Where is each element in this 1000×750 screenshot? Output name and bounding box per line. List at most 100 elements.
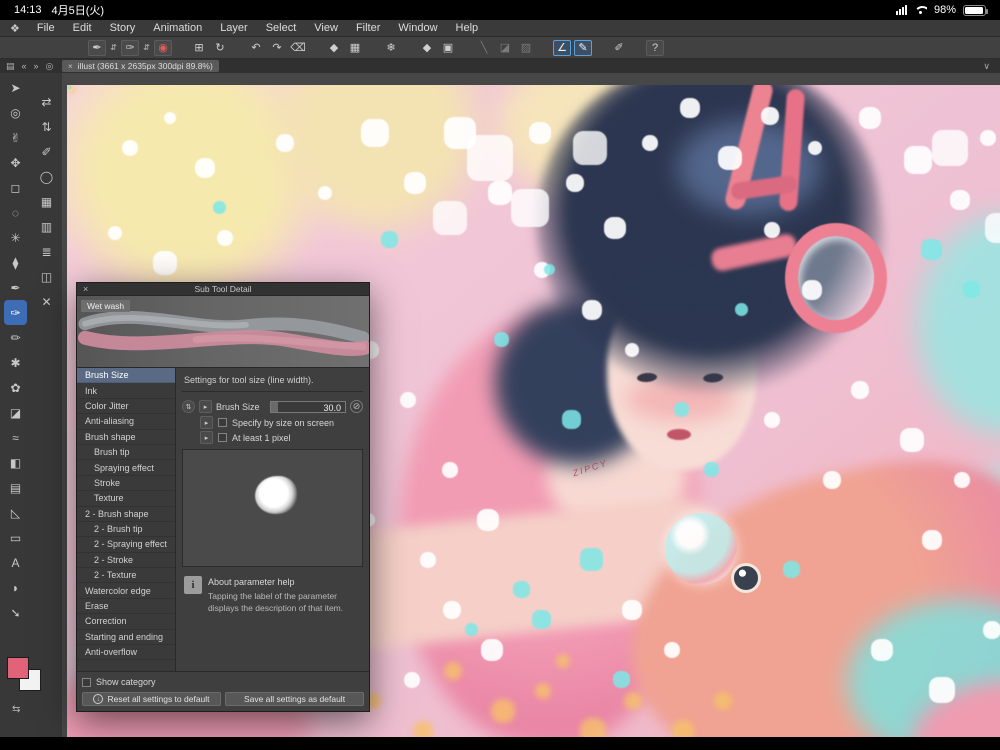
expand-arrow-icon[interactable]: ▸ (199, 400, 212, 413)
fill-icon[interactable]: ◆ (325, 40, 343, 56)
expand-arrow-icon[interactable]: ▸ (200, 431, 213, 444)
document-tab[interactable]: × illust (3661 x 2635px 300dpi 89.8%) (62, 60, 219, 72)
eyedropper-tool[interactable]: ⧫ (4, 250, 27, 275)
gradient-tool[interactable]: ▤ (4, 475, 27, 500)
airbrush-tool[interactable]: ✱ (4, 350, 27, 375)
gradient-icon[interactable]: ▨ (517, 40, 535, 56)
spacer[interactable] (367, 40, 379, 56)
reset-settings-button[interactable]: ↓ Reset all settings to default (82, 692, 221, 706)
category-item[interactable]: Brush Size (77, 368, 175, 383)
current-tool-icon[interactable]: ✒ (88, 40, 106, 56)
menu-item[interactable]: File (28, 22, 64, 34)
rotate-view-icon[interactable]: ↻ (211, 40, 229, 56)
sub-view-icon[interactable]: ◯ (35, 164, 58, 189)
eraser-tool[interactable]: ◪ (4, 400, 27, 425)
spacer[interactable] (460, 40, 472, 56)
category-item[interactable]: Brush shape (77, 430, 175, 445)
subtool-stepper-icon[interactable]: ⇵ (142, 40, 151, 56)
clear-icon[interactable]: ⌫ (289, 40, 307, 56)
flow-line-tool[interactable]: ➘ (4, 600, 27, 625)
pencil-tool[interactable]: ✏ (4, 325, 27, 350)
timelapse-record-icon[interactable]: ◉ (154, 40, 172, 56)
min-pixel-checkbox[interactable] (218, 433, 227, 442)
current-subtool-icon[interactable]: ✑ (121, 40, 139, 56)
show-category-checkbox[interactable] (82, 678, 91, 687)
menu-item[interactable]: View (305, 22, 347, 34)
balloon-tool[interactable]: ◗ (4, 575, 27, 600)
ruler-snap-icon[interactable]: ∠ (553, 40, 571, 56)
decoration-tool[interactable]: ✿ (4, 375, 27, 400)
operation-tool[interactable]: ➤ (4, 75, 27, 100)
foreground-color-swatch[interactable] (7, 657, 29, 679)
category-item[interactable]: 2 - Brush tip (77, 522, 175, 537)
collapse-right-icon[interactable]: » (34, 61, 39, 72)
select-pen-icon[interactable]: ✐ (35, 139, 58, 164)
line-tool-icon[interactable]: ╲ (475, 40, 493, 56)
tone-icon[interactable]: ◪ (496, 40, 514, 56)
spacer[interactable] (631, 40, 643, 56)
dynamics-toggle-icon[interactable]: ⊘ (350, 400, 363, 413)
category-item[interactable]: Texture (77, 491, 175, 506)
dialog-close-icon[interactable]: × (83, 284, 88, 294)
spacer[interactable] (538, 40, 550, 56)
grid-icon[interactable]: ▦ (346, 40, 364, 56)
category-item[interactable]: 2 - Brush shape (77, 507, 175, 522)
menu-item[interactable]: Select (257, 22, 306, 34)
spacer[interactable] (310, 40, 322, 56)
collapse-left-icon[interactable]: « (22, 61, 27, 72)
panel-toggle-icon[interactable]: ▤ (6, 61, 15, 72)
clip-studio-logo-icon[interactable]: ❖ (10, 22, 20, 35)
stepper-toggle-icon[interactable]: ⇅ (182, 400, 195, 413)
menu-item[interactable]: Animation (144, 22, 211, 34)
flip-view-icon[interactable]: ⇄ (35, 89, 58, 114)
category-item[interactable]: Stroke (77, 476, 175, 491)
pen-pressure-icon[interactable]: ✐ (610, 40, 628, 56)
category-item[interactable]: 2 - Stroke (77, 553, 175, 568)
category-item[interactable]: Correction (77, 614, 175, 629)
category-item[interactable]: Ink (77, 383, 175, 398)
spacer[interactable] (232, 40, 244, 56)
move-tool[interactable]: ✥ (4, 150, 27, 175)
material-panel-icon[interactable]: ▥ (35, 214, 58, 239)
specify-size-checkbox[interactable] (218, 418, 227, 427)
category-item[interactable]: Brush tip (77, 445, 175, 460)
close-panel-icon[interactable]: ✕ (35, 289, 58, 314)
brush-tool[interactable]: ✑ (4, 300, 27, 325)
spacer[interactable] (403, 40, 415, 56)
tab-close-icon[interactable]: × (68, 62, 73, 71)
category-item[interactable]: Anti-aliasing (77, 414, 175, 429)
pen-tool[interactable]: ✒ (4, 275, 27, 300)
category-item[interactable]: Anti-overflow (77, 645, 175, 660)
dialog-title-bar[interactable]: × Sub Tool Detail (77, 283, 369, 296)
redo-icon[interactable]: ↷ (268, 40, 286, 56)
figure-tool[interactable]: ◺ (4, 500, 27, 525)
category-item[interactable]: Watercolor edge (77, 583, 175, 598)
subtool-detail-icon[interactable]: ◎ (46, 61, 54, 72)
category-item[interactable]: Spraying effect (77, 460, 175, 475)
tab-list-chevron-icon[interactable]: ∨ (983, 61, 994, 72)
swap-colors-icon[interactable]: ⇆ (12, 704, 20, 715)
spacer[interactable] (175, 40, 187, 56)
auto-select-tool[interactable]: ✳ (4, 225, 27, 250)
layer-stack-icon[interactable]: ≣ (35, 239, 58, 264)
expand-arrow-icon[interactable]: ▸ (200, 416, 213, 429)
frame-border-tool[interactable]: ▭ (4, 525, 27, 550)
layer-move-icon[interactable]: ⇅ (35, 114, 58, 139)
grid-panel-icon[interactable]: ▦ (35, 189, 58, 214)
menu-item[interactable]: Edit (64, 22, 101, 34)
menu-item[interactable]: Layer (211, 22, 257, 34)
category-item[interactable]: Starting and ending (77, 630, 175, 645)
category-item[interactable]: Erase (77, 599, 175, 614)
save-settings-button[interactable]: Save all settings as default (225, 692, 364, 706)
spacer[interactable] (595, 40, 607, 56)
undo-icon[interactable]: ↶ (247, 40, 265, 56)
tool-stepper-icon[interactable]: ⇵ (109, 40, 118, 56)
zoom-tool[interactable]: ◎ (4, 100, 27, 125)
material-icon[interactable]: ◆ (418, 40, 436, 56)
menu-item[interactable]: Window (389, 22, 446, 34)
menu-item[interactable]: Filter (347, 22, 389, 34)
category-item[interactable]: 2 - Spraying effect (77, 537, 175, 552)
layer-panel-icon[interactable]: ◫ (35, 264, 58, 289)
special-ruler-icon[interactable]: ✎ (574, 40, 592, 56)
menu-item[interactable]: Story (101, 22, 145, 34)
